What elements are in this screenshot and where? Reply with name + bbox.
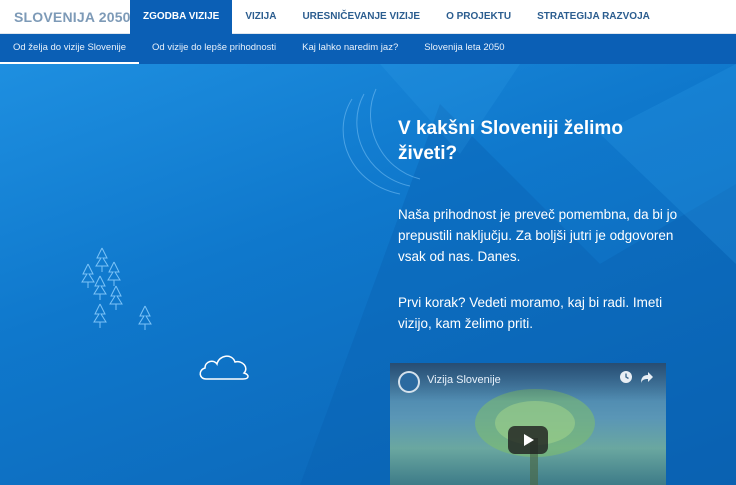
main-menu: ZGODBA VIZIJE VIZIJA URESNIČEVANJE VIZIJ… — [130, 0, 663, 34]
hero-section: V kakšni Sloveniji želimo živeti? Naša p… — [0, 64, 736, 485]
play-button[interactable] — [508, 426, 548, 454]
share-icon[interactable] — [640, 370, 654, 384]
subnav-od-vizije-do-prihodnosti[interactable]: Od vizije do lepše prihodnosti — [139, 34, 289, 64]
video-title[interactable]: Vizija Slovenije — [427, 374, 501, 386]
sub-menu: Od želja do vizije Slovenije Od vizije d… — [0, 34, 736, 64]
topnav-uresnicevanje-vizije[interactable]: URESNIČEVANJE VIZIJE — [289, 0, 433, 34]
subnav-slovenija-2050[interactable]: Slovenija leta 2050 — [411, 34, 517, 64]
subnav-kaj-lahko-naredim[interactable]: Kaj lahko naredim jaz? — [289, 34, 411, 64]
sub-navigation-bar: Od želja do vizije Slovenije Od vizije d… — [0, 34, 736, 64]
channel-logo-icon[interactable] — [398, 371, 420, 393]
watch-later-icon[interactable] — [619, 370, 633, 384]
subnav-od-zelja-do-vizije[interactable]: Od želja do vizije Slovenije — [0, 34, 140, 64]
hero-title: V kakšni Sloveniji želimo živeti? — [398, 118, 623, 164]
video-embed[interactable]: Vizija Slovenije — [390, 363, 666, 485]
topnav-zgodba-vizije[interactable]: ZGODBA VIZIJE — [130, 0, 233, 34]
top-navigation-bar: SLOVENIJA 2050 ZGODBA VIZIJE VIZIJA URES… — [0, 0, 736, 34]
topnav-strategija-razvoja[interactable]: STRATEGIJA RAZVOJA — [524, 0, 663, 34]
hero-paragraph-2: Prvi korak? Vedeti moramo, kaj bi radi. … — [398, 295, 663, 331]
hero-paragraph-1: Naša prihodnost je preveč pomembna, da b… — [398, 207, 678, 264]
site-logo[interactable]: SLOVENIJA 2050 — [14, 9, 131, 25]
cloud-icon — [199, 355, 249, 380]
topnav-vizija[interactable]: VIZIJA — [232, 0, 289, 34]
trees-icon — [81, 247, 152, 330]
play-icon — [524, 434, 534, 446]
topnav-o-projektu[interactable]: O PROJEKTU — [433, 0, 524, 34]
